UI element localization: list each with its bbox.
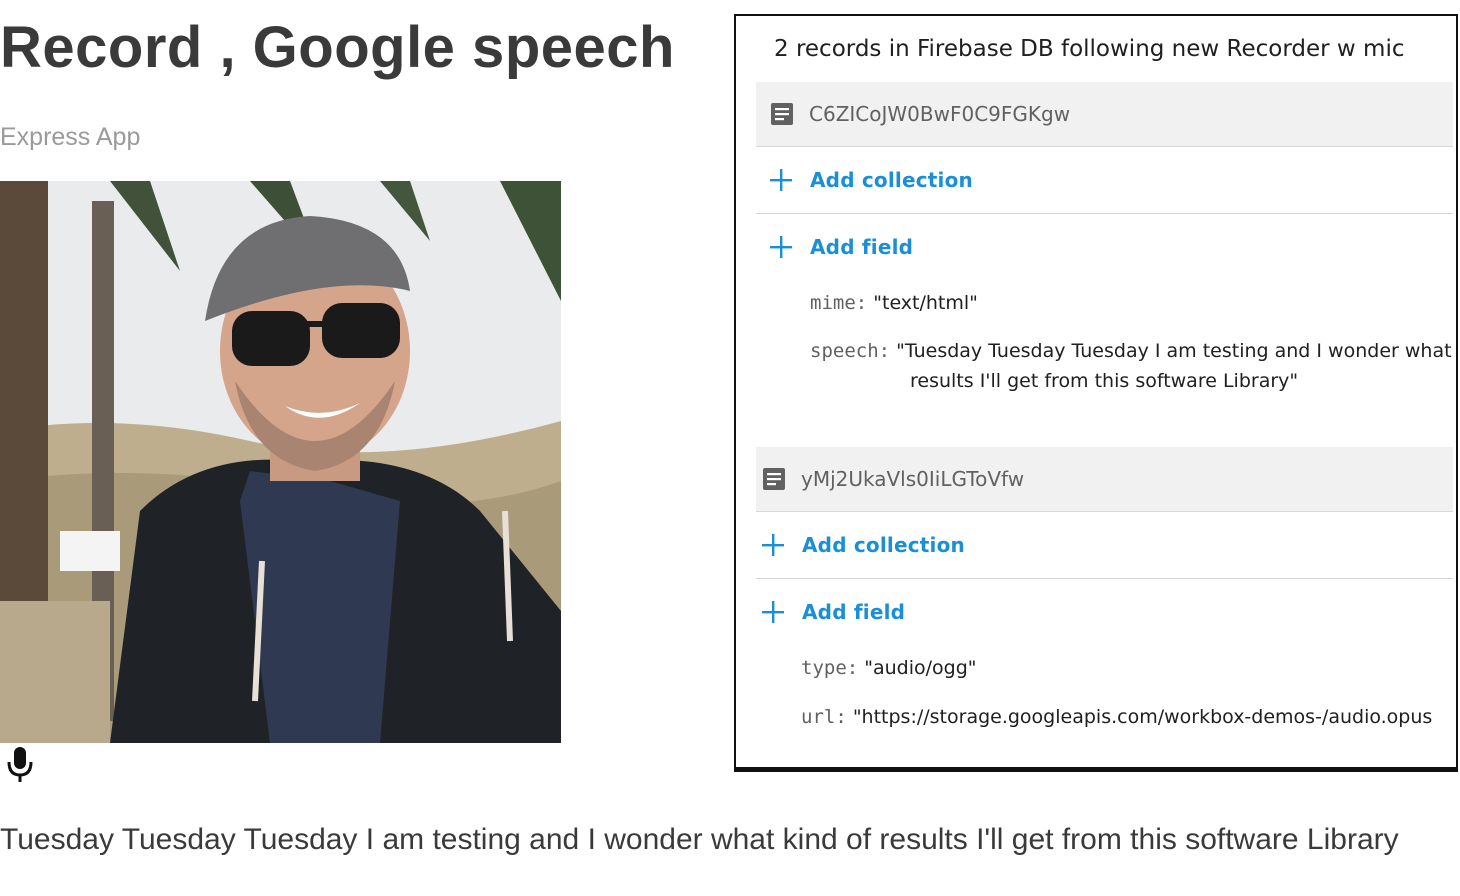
document-header[interactable]: C6ZICoJW0BwF0C9FGKgw [756, 82, 1453, 147]
microphone-icon[interactable] [5, 745, 35, 785]
field-value: "Tuesday Tuesday Tuesday I am testing an… [896, 340, 1452, 362]
document-icon [771, 103, 793, 125]
field-key: url: [801, 706, 847, 728]
firebase-records-panel: 2 records in Firebase DB following new R… [734, 14, 1458, 772]
firebase-document: yMj2UkaVls0IiLGToVfw Add collection Add … [756, 447, 1453, 645]
field-row: mime: "text/html" [810, 292, 978, 314]
add-field-button[interactable]: Add field [756, 214, 1453, 280]
field-key: mime: [810, 292, 868, 314]
page-subtitle: Express App [0, 123, 141, 151]
panel-bottom-divider [736, 767, 1456, 770]
panel-heading: 2 records in Firebase DB following new R… [774, 36, 1405, 62]
add-collection-label: Add collection [810, 168, 973, 192]
field-value: "text/html" [873, 292, 978, 314]
field-key: type: [801, 657, 859, 679]
speech-transcript: Tuesday Tuesday Tuesday I am testing and… [0, 823, 1399, 856]
add-collection-button[interactable]: Add collection [756, 512, 1453, 579]
field-row: speech: "Tuesday Tuesday Tuesday I am te… [810, 340, 1452, 362]
profile-photo [0, 181, 561, 743]
field-value-continuation: results I'll get from this software Libr… [910, 370, 1299, 392]
field-value: "https://storage.googleapis.com/workbox-… [852, 706, 1433, 728]
plus-icon [770, 236, 792, 258]
plus-icon [762, 601, 784, 623]
firebase-document: C6ZICoJW0BwF0C9FGKgw Add collection Add … [756, 82, 1453, 280]
field-row: url: "https://storage.googleapis.com/wor… [801, 706, 1432, 728]
document-id: yMj2UkaVls0IiLGToVfw [801, 467, 1025, 491]
document-header[interactable]: yMj2UkaVls0IiLGToVfw [756, 447, 1453, 512]
field-value: "audio/ogg" [864, 657, 977, 679]
add-field-label: Add field [810, 235, 914, 259]
field-row: type: "audio/ogg" [801, 657, 977, 679]
add-field-button[interactable]: Add field [756, 579, 1453, 645]
page-title: Record , Google speech [0, 15, 675, 80]
document-icon [763, 468, 785, 490]
add-collection-label: Add collection [802, 533, 965, 557]
add-collection-button[interactable]: Add collection [756, 147, 1453, 214]
document-id: C6ZICoJW0BwF0C9FGKgw [809, 102, 1071, 126]
plus-icon [762, 534, 784, 556]
plus-icon [770, 169, 792, 191]
add-field-label: Add field [802, 600, 906, 624]
field-key: speech: [810, 340, 891, 362]
